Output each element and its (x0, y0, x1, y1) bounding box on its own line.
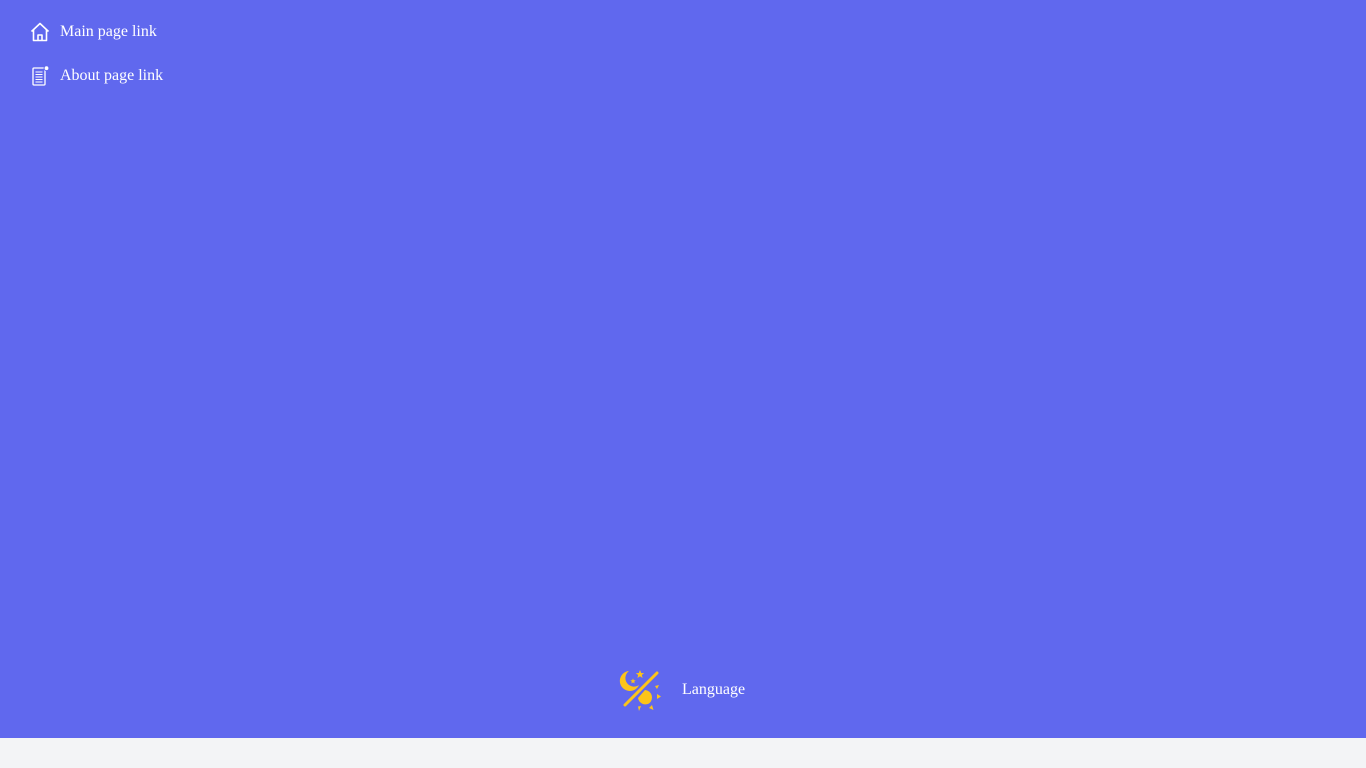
about-page-link-label: About page link (60, 67, 164, 84)
document-icon (29, 65, 51, 87)
main-page-link[interactable]: Main page link (29, 20, 163, 44)
theme-toggle-icon (619, 670, 661, 711)
main-page-link-label: Main page link (60, 23, 157, 40)
language-selector[interactable]: Language (682, 678, 745, 702)
main-panel: Main page link About page link Language (0, 0, 1366, 738)
theme-toggle-button[interactable] (619, 668, 663, 712)
about-page-link[interactable]: About page link (29, 64, 163, 88)
navigation: Main page link About page link (29, 20, 163, 108)
home-icon (29, 21, 51, 43)
footer-controls: Language (619, 668, 745, 712)
